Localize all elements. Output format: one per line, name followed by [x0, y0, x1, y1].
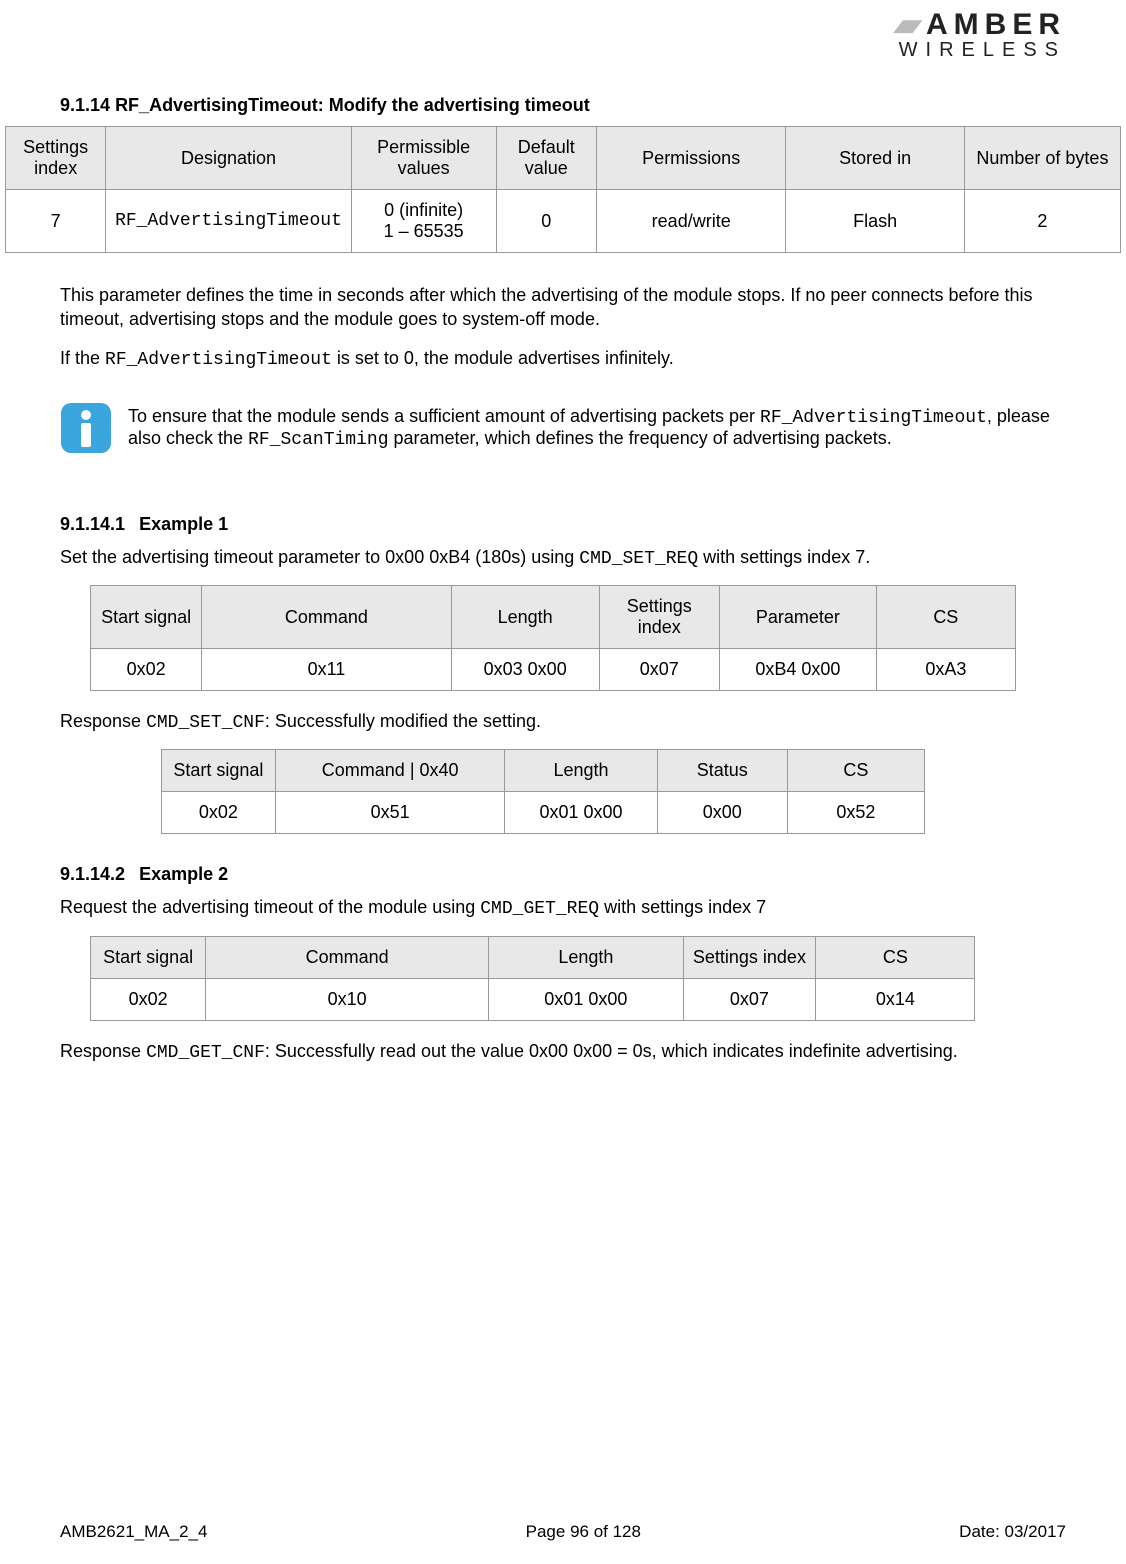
example-1-title: Example 1	[139, 514, 228, 534]
example-2-title: Example 2	[139, 864, 228, 884]
th-bytes: Number of bytes	[964, 127, 1120, 190]
page-footer: AMB2621_MA_2_4 Page 96 of 128 Date: 03/2…	[60, 1522, 1066, 1542]
example-1-response-table: Start signal Command | 0x40 Length Statu…	[161, 749, 926, 834]
cell-stored: Flash	[786, 190, 964, 253]
table-row: 7 RF_AdvertisingTimeout 0 (infinite) 1 –…	[6, 190, 1121, 253]
example-1-heading: 9.1.14.1 Example 1	[60, 514, 1066, 535]
cell-permissible: 0 (infinite) 1 – 65535	[351, 190, 496, 253]
example-2-request-table: Start signal Command Length Settings ind…	[90, 936, 975, 1021]
cell-designation: RF_AdvertisingTimeout	[106, 190, 351, 253]
example-2-heading: 9.1.14.2 Example 2	[60, 864, 1066, 885]
example-1-request-table: Start signal Command Length Settings ind…	[90, 585, 1016, 691]
example-2-intro: Request the advertising timeout of the m…	[60, 895, 1066, 921]
note-text: To ensure that the module sends a suffic…	[128, 406, 1066, 450]
logo-bottom: WIRELESS	[893, 41, 1066, 59]
footer-page-number: Page 96 of 128	[526, 1522, 641, 1542]
cell-default: 0	[496, 190, 596, 253]
th-permissible: Permissible values	[351, 127, 496, 190]
cell-index: 7	[6, 190, 106, 253]
th-settings-index: Settings index	[6, 127, 106, 190]
th-designation: Designation	[106, 127, 351, 190]
logo-top: AMBER	[926, 11, 1066, 38]
cell-permissions: read/write	[596, 190, 786, 253]
table-row: 0x02 0x51 0x01 0x00 0x00 0x52	[161, 792, 925, 834]
table-row: 0x02 0x10 0x01 0x00 0x07 0x14	[91, 978, 975, 1020]
example-1-number: 9.1.14.1	[60, 514, 125, 534]
description-paragraph-2: If the RF_AdvertisingTimeout is set to 0…	[60, 346, 1066, 372]
info-icon	[60, 402, 112, 454]
example-1-intro: Set the advertising timeout parameter to…	[60, 545, 1066, 571]
th-stored: Stored in	[786, 127, 964, 190]
table-row: 0x02 0x11 0x03 0x00 0x07 0xB4 0x00 0xA3	[91, 649, 1016, 691]
cell-bytes: 2	[964, 190, 1120, 253]
th-default: Default value	[496, 127, 596, 190]
section-number: 9.1.14	[60, 95, 110, 115]
info-note: To ensure that the module sends a suffic…	[60, 402, 1066, 454]
section-title-text: RF_AdvertisingTimeout: Modify the advert…	[115, 95, 590, 115]
description-paragraph-1: This parameter defines the time in secon…	[60, 283, 1066, 332]
brand-logo: ▰AMBER WIRELESS	[893, 10, 1066, 59]
example-2-number: 9.1.14.2	[60, 864, 125, 884]
footer-doc-id: AMB2621_MA_2_4	[60, 1522, 207, 1542]
section-heading: 9.1.14 RF_AdvertisingTimeout: Modify the…	[60, 95, 1066, 116]
example-2-response-text: Response CMD_GET_CNF: Successfully read …	[60, 1039, 1066, 1065]
settings-table: Settings index Designation Permissible v…	[5, 126, 1121, 253]
example-1-response-text: Response CMD_SET_CNF: Successfully modif…	[60, 709, 1066, 735]
th-permissions: Permissions	[596, 127, 786, 190]
footer-date: Date: 03/2017	[959, 1522, 1066, 1542]
